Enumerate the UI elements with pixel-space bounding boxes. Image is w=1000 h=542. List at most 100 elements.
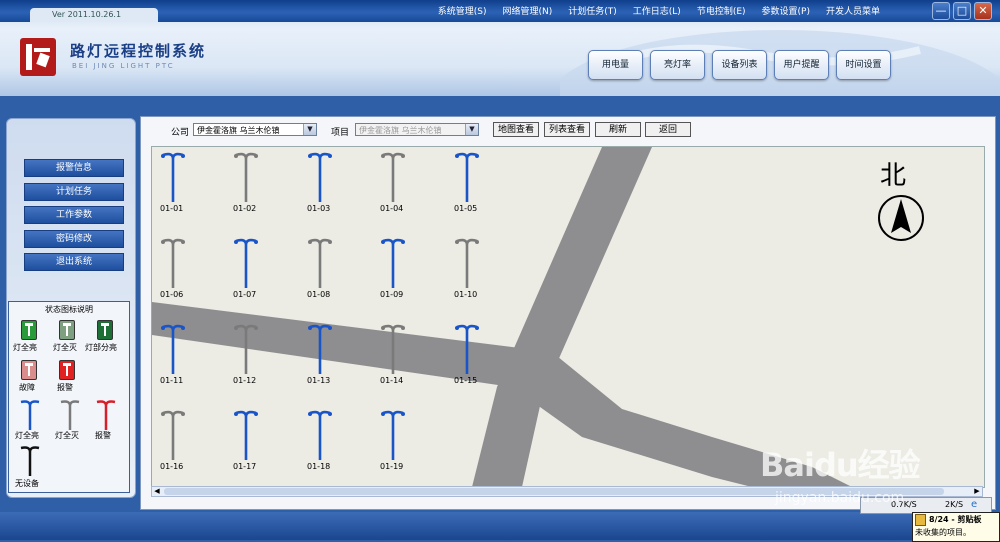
power-usage-button[interactable]: 用电量 bbox=[588, 50, 643, 80]
sidebar-item-alarm-info[interactable]: 报警信息 bbox=[24, 159, 124, 177]
lamp-layer: 01-01 01-02 01-03 01-04 01-05 01-06 01-07 01-08… bbox=[152, 147, 984, 487]
user-reminder-button[interactable]: 用户提醒 bbox=[774, 50, 829, 80]
streetlamp-on-icon[interactable] bbox=[231, 409, 261, 464]
pole-on-icon bbox=[20, 400, 40, 430]
ie-icon: e bbox=[971, 499, 978, 510]
menu-network[interactable]: 网络管理(N) bbox=[494, 4, 560, 20]
project-select[interactable]: 伊金霍洛旗 乌兰木伦镇 ▼ bbox=[355, 123, 479, 136]
lamp-label: 01-14 bbox=[380, 376, 404, 385]
streetlamp-off-icon[interactable] bbox=[231, 323, 261, 378]
lamp-label: 01-05 bbox=[454, 204, 478, 213]
lamp-label: 01-11 bbox=[160, 376, 184, 385]
refresh-button[interactable]: 刷新 bbox=[595, 122, 641, 137]
lamp-label: 01-12 bbox=[233, 376, 257, 385]
streetlamp-on-icon[interactable] bbox=[305, 151, 335, 206]
scroll-right-icon[interactable]: ▶ bbox=[972, 487, 982, 496]
chevron-down-icon[interactable]: ▼ bbox=[465, 124, 478, 135]
menu-developer[interactable]: 开发人员菜单 bbox=[818, 4, 888, 20]
map-view-button[interactable]: 地图查看 bbox=[493, 122, 539, 137]
sidebar-item-work-params[interactable]: 工作参数 bbox=[24, 206, 124, 224]
app-subtitle: BEI JING LIGHT PTC bbox=[72, 62, 175, 70]
menu-energy[interactable]: 节电控制(E) bbox=[689, 4, 754, 20]
menu-params[interactable]: 参数设置(P) bbox=[754, 4, 818, 20]
menu-plan[interactable]: 计划任务(T) bbox=[560, 4, 625, 20]
legend-label: 灯全灭 bbox=[55, 431, 79, 440]
streetlamp-on-icon[interactable] bbox=[231, 237, 261, 292]
lamp-label: 01-16 bbox=[160, 462, 184, 471]
company-label: 公司 bbox=[171, 128, 190, 138]
legend-title: 状态图标说明 bbox=[45, 305, 93, 314]
lamp-label: 01-10 bbox=[454, 290, 478, 299]
switch-fault-icon bbox=[21, 360, 37, 380]
legend-label: 灯全亮 bbox=[13, 343, 37, 352]
legend-label: 报警 bbox=[57, 383, 73, 392]
clipboard-text: 未收集的项目。 bbox=[915, 528, 971, 537]
legend-label: 故障 bbox=[19, 383, 35, 392]
lamp-label: 01-04 bbox=[380, 204, 404, 213]
map-canvas[interactable]: 北 01-01 01-02 01-03 01-04 01-05 01-06 01-07 01-… bbox=[151, 146, 985, 488]
lamp-label: 01-19 bbox=[380, 462, 404, 471]
device-list-button[interactable]: 设备列表 bbox=[712, 50, 767, 80]
lamp-label: 01-01 bbox=[160, 204, 184, 213]
light-rate-button[interactable]: 亮灯率 bbox=[650, 50, 705, 80]
streetlamp-on-icon[interactable] bbox=[305, 323, 335, 378]
streetlamp-on-icon[interactable] bbox=[378, 237, 408, 292]
pole-no-device-icon bbox=[20, 446, 40, 476]
chevron-down-icon[interactable]: ▼ bbox=[303, 124, 316, 135]
lamp-label: 01-03 bbox=[307, 204, 331, 213]
streetlamp-off-icon[interactable] bbox=[378, 323, 408, 378]
menu-log[interactable]: 工作日志(L) bbox=[625, 4, 689, 20]
streetlamp-off-icon[interactable] bbox=[452, 237, 482, 292]
clipboard-popup[interactable]: 8/24 - 剪贴板 未收集的项目。 bbox=[912, 512, 1000, 542]
lamp-label: 01-02 bbox=[233, 204, 257, 213]
list-view-button[interactable]: 列表查看 bbox=[544, 122, 590, 137]
clipboard-title: 8/24 - 剪贴板 bbox=[929, 515, 982, 524]
watermark-url: jingyan.baidu.com bbox=[775, 490, 905, 506]
legend-label: 灯全亮 bbox=[15, 431, 39, 440]
close-button[interactable]: ✕ bbox=[974, 2, 992, 20]
menu-system[interactable]: 系统管理(S) bbox=[430, 4, 495, 20]
streetlamp-on-icon[interactable] bbox=[452, 323, 482, 378]
scroll-left-icon[interactable]: ◀ bbox=[152, 487, 162, 496]
pole-alarm-icon bbox=[96, 400, 116, 430]
minimize-button[interactable]: — bbox=[932, 2, 950, 20]
streetlamp-off-icon[interactable] bbox=[305, 237, 335, 292]
streetlamp-on-icon[interactable] bbox=[305, 409, 335, 464]
time-settings-button[interactable]: 时间设置 bbox=[836, 50, 891, 80]
streetlamp-on-icon[interactable] bbox=[158, 151, 188, 206]
streetlamp-off-icon[interactable] bbox=[158, 409, 188, 464]
pole-off-icon bbox=[60, 400, 80, 430]
streetlamp-on-icon[interactable] bbox=[452, 151, 482, 206]
lamp-label: 01-18 bbox=[307, 462, 331, 471]
switch-all-on-icon bbox=[21, 320, 37, 340]
lamp-label: 01-13 bbox=[307, 376, 331, 385]
legend-label: 灯全灭 bbox=[53, 343, 77, 352]
status-bar bbox=[0, 512, 1000, 540]
lamp-label: 01-17 bbox=[233, 462, 257, 471]
lamp-label: 01-15 bbox=[454, 376, 478, 385]
project-value: 伊金霍洛旗 乌兰木伦镇 bbox=[359, 126, 442, 135]
switch-all-off-icon bbox=[59, 320, 75, 340]
switch-alarm-icon bbox=[59, 360, 75, 380]
streetlamp-on-icon[interactable] bbox=[378, 409, 408, 464]
sidebar-item-exit[interactable]: 退出系统 bbox=[24, 253, 124, 271]
menu-bar: 系统管理(S) 网络管理(N) 计划任务(T) 工作日志(L) 节电控制(E) … bbox=[430, 4, 888, 20]
maximize-button[interactable]: □ bbox=[953, 2, 971, 20]
legend-label: 灯部分亮 bbox=[85, 343, 117, 352]
status-legend: 状态图标说明 灯全亮 灯全灭 灯部分亮 故障 报警 灯全亮 灯全灭 报警 无设备 bbox=[8, 301, 130, 493]
lamp-label: 01-08 bbox=[307, 290, 331, 299]
streetlamp-off-icon[interactable] bbox=[231, 151, 261, 206]
streetlamp-off-icon[interactable] bbox=[158, 237, 188, 292]
app-title: 路灯远程控制系统 bbox=[70, 42, 207, 60]
legend-label: 报警 bbox=[95, 431, 111, 440]
sidebar-item-change-password[interactable]: 密码修改 bbox=[24, 230, 124, 248]
streetlamp-on-icon[interactable] bbox=[158, 323, 188, 378]
logo-icon bbox=[20, 38, 56, 76]
legend-label: 无设备 bbox=[15, 479, 39, 488]
project-label: 项目 bbox=[331, 128, 350, 138]
streetlamp-off-icon[interactable] bbox=[378, 151, 408, 206]
company-select[interactable]: 伊金霍洛旗 乌兰木伦镇 ▼ bbox=[193, 123, 317, 136]
back-button[interactable]: 返回 bbox=[645, 122, 691, 137]
sidebar-item-plan-task[interactable]: 计划任务 bbox=[24, 183, 124, 201]
speed-up: 2K/S bbox=[945, 500, 964, 509]
